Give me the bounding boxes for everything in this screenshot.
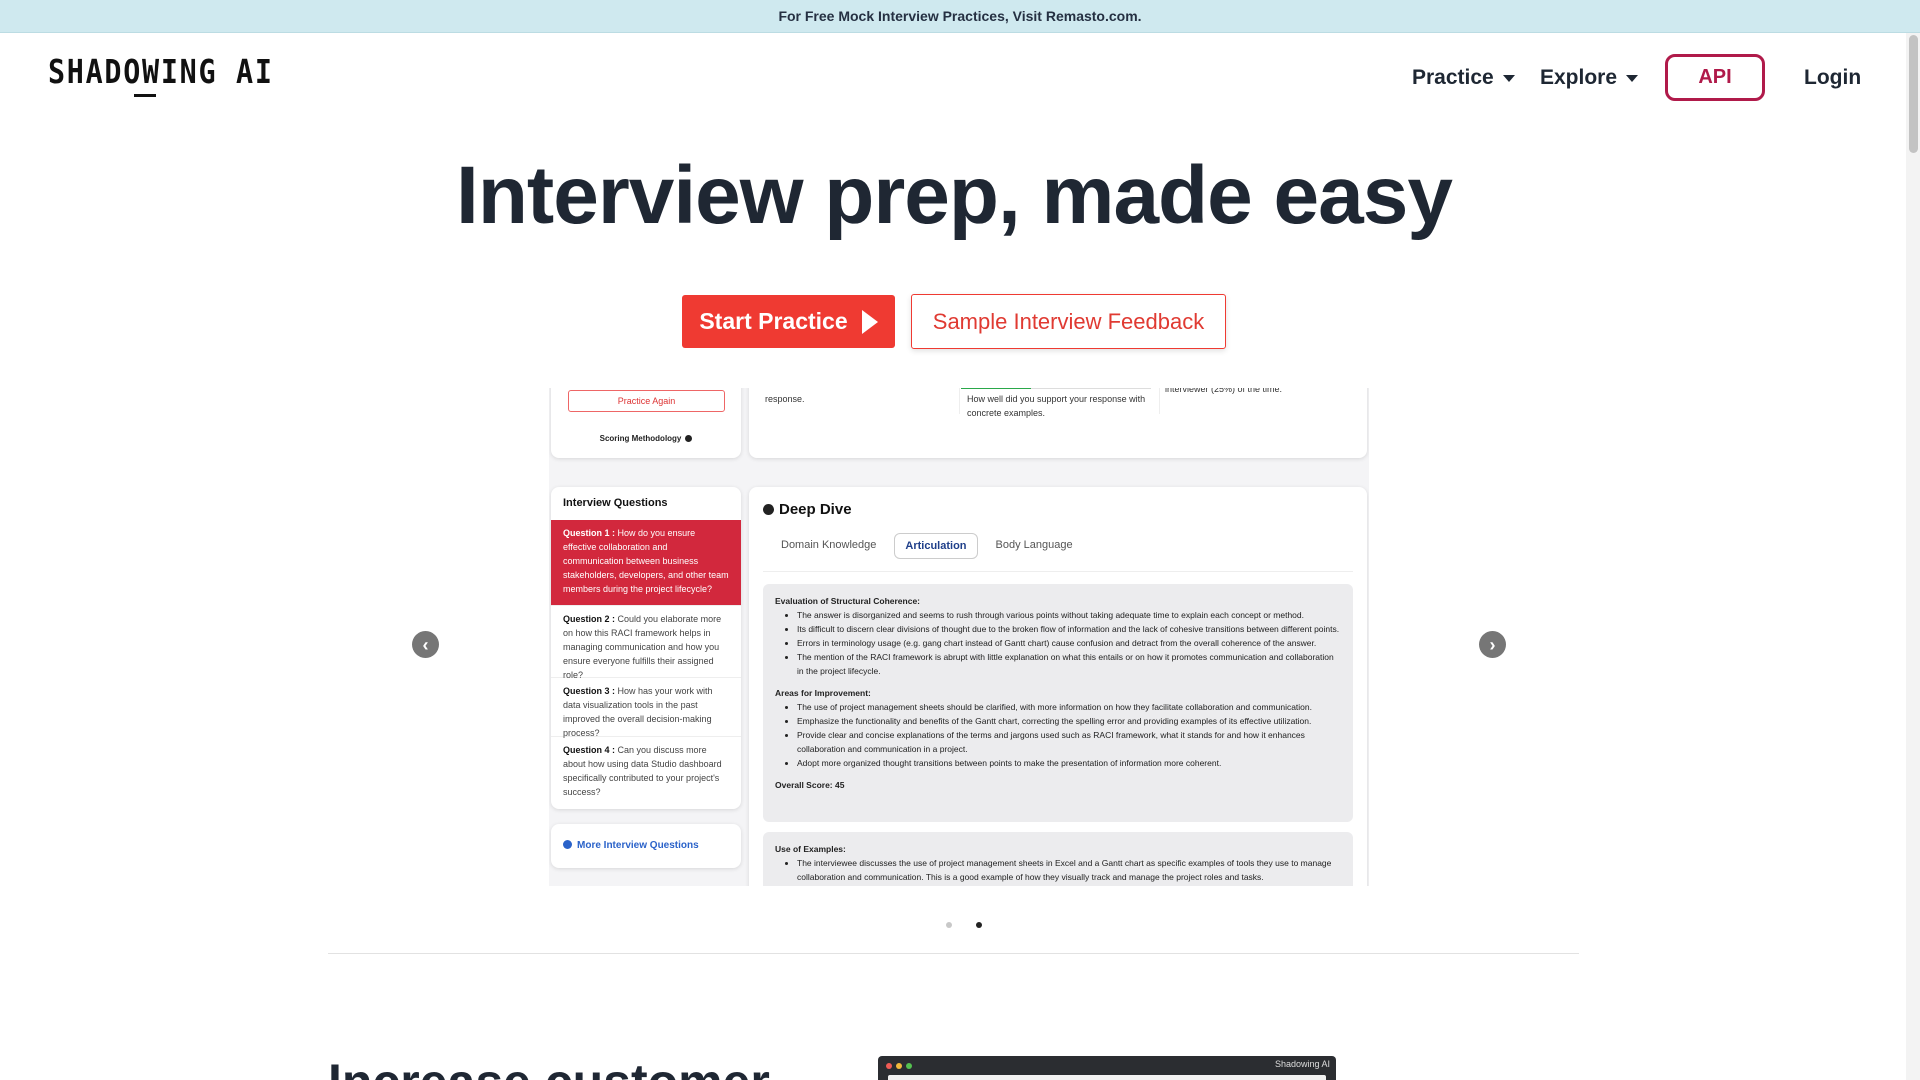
api-button[interactable]: API (1665, 54, 1765, 101)
questions-card: Interview Questions Question 1 : How do … (551, 487, 741, 809)
examples-list: The interviewee discusses the use of pro… (797, 856, 1341, 884)
carousel-dot-1[interactable] (946, 922, 952, 928)
logo-underline (134, 94, 156, 97)
sample-feedback-button[interactable]: Sample Interview Feedback (911, 294, 1226, 349)
score-summary-card: response. How well did you support your … (749, 388, 1367, 458)
caret-down-icon (1502, 74, 1515, 82)
chevron-right-icon: › (1489, 634, 1496, 655)
improve-point: Adopt more organized thought transitions… (797, 756, 1341, 770)
improve-heading: Areas for Improvement: (775, 688, 871, 698)
column-divider (959, 388, 960, 414)
nav-explore-label: Explore (1540, 66, 1618, 89)
articulation-feedback-box: Evaluation of Structural Coherence: The … (763, 584, 1353, 822)
nav-explore-menu[interactable]: Explore (1540, 54, 1639, 102)
tab-articulation: Articulation (894, 533, 978, 559)
scrollbar-thumb[interactable] (1909, 35, 1918, 153)
more-questions-label: More Interview Questions (577, 840, 699, 851)
eval-point: Its difficult to discern clear divisions… (797, 622, 1341, 636)
score-fragment-mid: How well did you support your response w… (967, 394, 1146, 418)
nav-practice-label: Practice (1412, 66, 1494, 89)
window-minimize-icon (896, 1063, 902, 1069)
score-fragment-left: response. (765, 394, 805, 404)
question-label: Question 4 : (563, 745, 616, 755)
improve-point: Provide clear and concise explanations o… (797, 728, 1341, 756)
question-item: Question 2 : Could you elaborate more on… (551, 606, 741, 680)
question-item: Question 1 : How do you ensure effective… (551, 520, 741, 606)
questions-title: Interview Questions (563, 497, 668, 509)
caret-down-icon (1626, 74, 1639, 82)
announcement-text[interactable]: For Free Mock Interview Practices, Visit… (778, 8, 1141, 24)
carousel-next-button[interactable]: › (1479, 631, 1506, 658)
eval-list: The answer is disorganized and seems to … (797, 608, 1341, 678)
improve-point: Emphasize the functionality and benefits… (797, 714, 1341, 728)
start-practice-button[interactable]: Start Practice (682, 295, 895, 348)
question-label: Question 3 : (563, 686, 616, 696)
eval-point: The answer is disorganized and seems to … (797, 608, 1341, 622)
tab-body-language: Body Language (995, 539, 1073, 551)
carousel-dot-2[interactable] (976, 922, 982, 928)
demo-window-title: Shadowing AI (1274, 1059, 1330, 1069)
improve-point: The use of project management sheets sho… (797, 700, 1341, 714)
deep-dive-title-text: Deep Dive (779, 501, 852, 518)
more-questions-link: More Interview Questions (563, 840, 699, 851)
tab-domain-knowledge: Domain Knowledge (781, 539, 877, 551)
login-link[interactable]: Login (1804, 54, 1861, 102)
start-practice-label: Start Practice (699, 308, 848, 334)
column-divider (1159, 388, 1160, 414)
practice-again-button: Practice Again (568, 390, 725, 412)
examples-feedback-box: Use of Examples: The interviewee discuss… (763, 832, 1353, 886)
question-item: Question 3 : How has your work with data… (551, 678, 741, 738)
question-label: Question 2 : (563, 614, 616, 624)
eval-point: Errors in terminology usage (e.g. gang c… (797, 636, 1341, 650)
examples-heading: Use of Examples: (775, 844, 846, 854)
deep-dive-tabs: Domain Knowledge Articulation Body Langu… (771, 533, 1083, 559)
question-label: Question 1 : (563, 528, 616, 538)
section-heading: Increase customer (328, 1052, 770, 1080)
more-questions-card: More Interview Questions (551, 824, 741, 868)
eval-heading: Evaluation of Structural Coherence: (775, 596, 920, 606)
chevron-left-icon: ‹ (422, 634, 429, 655)
improve-list: The use of project management sheets sho… (797, 700, 1341, 770)
carousel-slide-image: Practice Again Scoring Methodology respo… (549, 388, 1369, 886)
practice-card: Practice Again Scoring Methodology (551, 388, 741, 458)
window-close-icon (886, 1063, 892, 1069)
scrollbar-track[interactable] (1906, 33, 1920, 1080)
practice-again-label: Practice Again (617, 396, 676, 406)
play-icon (861, 309, 878, 334)
deep-dive-card: Deep Dive Domain Knowledge Articulation … (749, 487, 1367, 886)
section-divider (328, 953, 1579, 954)
demo-window-preview: Shadowing AI (878, 1056, 1336, 1080)
scoring-methodology-label: Scoring Methodology (599, 434, 682, 443)
info-icon (685, 435, 693, 443)
tabs-divider (763, 571, 1353, 572)
demo-window-content (888, 1075, 1326, 1080)
logo[interactable]: SHADOWING AI (48, 52, 274, 92)
hero-title: Interview prep, made easy (456, 150, 1453, 241)
overall-score: Overall Score: 45 (775, 780, 845, 790)
deep-dive-title: Deep Dive (763, 501, 852, 518)
eval-point: The mention of the RACI framework is abr… (797, 650, 1341, 678)
scoring-methodology: Scoring Methodology (551, 434, 741, 443)
nav-practice-menu[interactable]: Practice (1412, 54, 1515, 102)
window-maximize-icon (906, 1063, 912, 1069)
help-icon (563, 840, 572, 849)
score-fragment-right: interviewer (25%) of the time. (1165, 388, 1283, 394)
score-bar-fill (961, 388, 1031, 389)
question-item: Question 4 : Can you discuss more about … (551, 737, 741, 807)
carousel-prev-button[interactable]: ‹ (412, 631, 439, 658)
announcement-bar[interactable]: For Free Mock Interview Practices, Visit… (0, 0, 1920, 33)
pie-chart-icon (763, 504, 774, 515)
examples-point: The interviewee discusses the use of pro… (797, 856, 1341, 884)
